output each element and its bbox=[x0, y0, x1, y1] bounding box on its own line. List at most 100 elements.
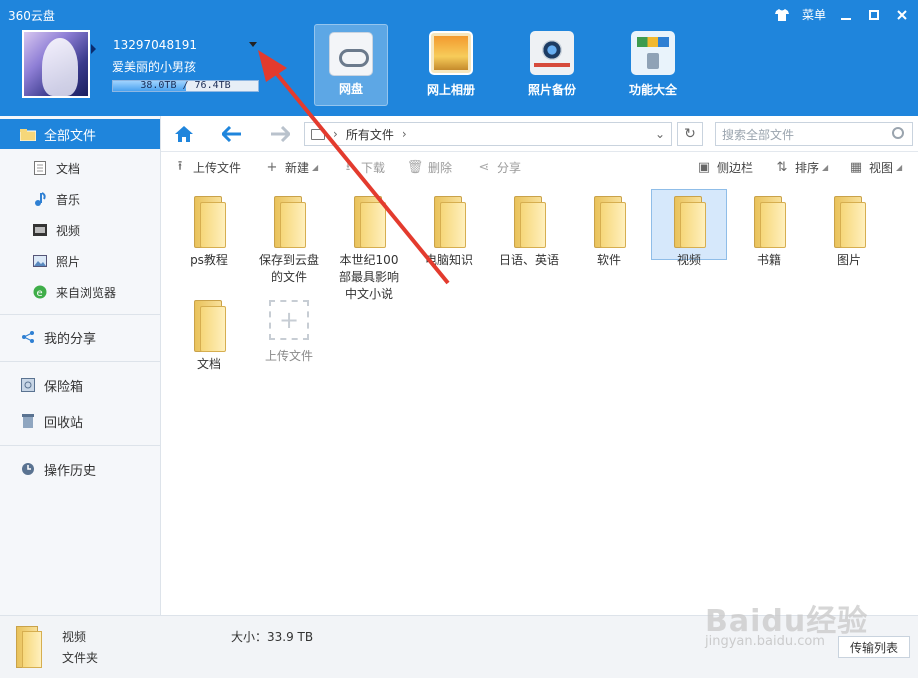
maximize-icon[interactable] bbox=[866, 7, 882, 23]
folder-item[interactable]: 保存到云盘的文件 bbox=[251, 190, 327, 286]
folder-icon bbox=[432, 196, 466, 248]
trash-icon: 🗑 bbox=[406, 160, 424, 175]
sidebar-divider bbox=[0, 361, 160, 362]
folder-item[interactable]: 书籍 bbox=[731, 190, 807, 269]
film-icon bbox=[32, 222, 48, 238]
delete-button[interactable]: 🗑 删除 bbox=[406, 159, 453, 176]
folder-item[interactable]: 本世纪100部最具影响中文小说 bbox=[331, 190, 407, 303]
share-button[interactable]: ⋖ 分享 bbox=[477, 159, 521, 176]
nav-label: 照片备份 bbox=[527, 83, 576, 97]
folder-item[interactable]: 文档 bbox=[171, 294, 247, 373]
sidebar-item-music[interactable]: 音乐 bbox=[0, 184, 160, 214]
nav-label: 网盘 bbox=[338, 82, 363, 96]
close-icon[interactable] bbox=[894, 7, 910, 23]
share-label: 分享 bbox=[497, 161, 522, 175]
camera-icon bbox=[530, 31, 574, 75]
dropdown-caret-icon: ◢ bbox=[312, 163, 319, 172]
account-phone[interactable]: 13297048191 bbox=[113, 38, 197, 52]
search-placeholder: 搜索全部文件 bbox=[722, 127, 795, 142]
skin-shirt-icon[interactable] bbox=[774, 7, 790, 23]
upload-tile-label: 上传文件 bbox=[264, 349, 313, 363]
selected-name: 视频 bbox=[62, 630, 87, 644]
menu-button[interactable]: 菜单 bbox=[802, 6, 826, 23]
view-label: 视图 bbox=[869, 161, 894, 175]
download-button[interactable]: ⭳ 下载 bbox=[341, 159, 385, 176]
view-button[interactable]: ▦ 视图 ◢ bbox=[849, 159, 902, 176]
folder-item[interactable]: 软件 bbox=[571, 190, 647, 269]
svg-text:e: e bbox=[37, 288, 43, 299]
download-label: 下载 bbox=[361, 161, 386, 175]
folder-icon bbox=[512, 196, 546, 248]
upload-tile[interactable]: + 上传文件 bbox=[251, 294, 327, 365]
avatar[interactable] bbox=[22, 30, 90, 98]
sidebar-item-safe-box[interactable]: 保险箱 bbox=[0, 370, 160, 400]
avatar-figure bbox=[42, 38, 78, 96]
delete-label: 删除 bbox=[428, 161, 453, 175]
folder-item[interactable]: 电脑知识 bbox=[411, 190, 487, 269]
folder-name: ps教程 bbox=[190, 253, 228, 267]
folder-name: 图片 bbox=[836, 253, 861, 267]
account-dropdown-icon[interactable] bbox=[249, 42, 257, 47]
breadcrumb-path[interactable]: 所有文件 bbox=[346, 126, 394, 143]
grid-view-icon: ▦ bbox=[849, 160, 863, 175]
sidebar-item-browser[interactable]: e 来自浏览器 bbox=[0, 277, 160, 307]
window-controls: 菜单 bbox=[774, 6, 910, 23]
new-label: 新建 bbox=[285, 161, 310, 175]
transfer-list-button[interactable]: 传输列表 bbox=[838, 636, 910, 658]
folder-icon bbox=[20, 126, 36, 142]
sort-button[interactable]: ⇅ 排序 ◢ bbox=[775, 159, 829, 176]
folder-icon bbox=[272, 196, 306, 248]
chevron-right-icon: › bbox=[401, 127, 407, 141]
refresh-icon: ↻ bbox=[684, 126, 696, 142]
refresh-button[interactable]: ↻ bbox=[677, 122, 703, 146]
recycle-bin-icon bbox=[20, 413, 36, 429]
folder-icon bbox=[672, 196, 706, 248]
folder-item[interactable]: ps教程 bbox=[171, 190, 247, 269]
sidebar-item-documents[interactable]: 文档 bbox=[0, 153, 160, 183]
breadcrumb[interactable]: › 所有文件 › ⌄ bbox=[304, 122, 672, 146]
search-input[interactable]: 搜索全部文件 bbox=[715, 122, 913, 146]
home-icon[interactable] bbox=[171, 122, 197, 146]
account-nickname: 爱美丽的小男孩 bbox=[112, 60, 197, 74]
sidebar-item-photos[interactable]: 照片 bbox=[0, 246, 160, 276]
sidebar-toggle-button[interactable]: ▣ 侧边栏 bbox=[697, 159, 753, 176]
dropdown-caret-icon: ◢ bbox=[822, 163, 829, 172]
plus-icon: + bbox=[266, 160, 278, 175]
upload-button[interactable]: ⭱ 上传文件 bbox=[173, 159, 241, 176]
nav-photo-backup[interactable]: 照片备份 bbox=[515, 24, 589, 106]
sidebar-item-label: 保险箱 bbox=[44, 379, 84, 395]
image-icon bbox=[32, 253, 48, 269]
sidebar-item-label: 照片 bbox=[56, 254, 81, 269]
nav-photo-album[interactable]: 网上相册 bbox=[414, 24, 488, 106]
selected-type: 文件夹 bbox=[62, 651, 99, 665]
sidebar-item-history[interactable]: 操作历史 bbox=[0, 454, 160, 484]
search-icon[interactable] bbox=[892, 127, 904, 139]
sidebar-item-label: 文档 bbox=[56, 161, 81, 176]
folder-item[interactable]: 日语、英语 bbox=[491, 190, 567, 269]
back-arrow-icon[interactable] bbox=[219, 122, 245, 146]
upload-icon: ⭱ bbox=[177, 158, 183, 174]
sidebar-item-all-files[interactable]: 全部文件 bbox=[0, 119, 160, 149]
folder-name: 保存到云盘的文件 bbox=[258, 253, 319, 284]
chevron-down-icon[interactable]: ⌄ bbox=[655, 127, 665, 141]
new-button[interactable]: + 新建 ◢ bbox=[265, 159, 319, 176]
folder-item[interactable]: 图片 bbox=[811, 190, 887, 269]
sidebar-panel-icon: ▣ bbox=[697, 160, 711, 175]
sidebar-item-my-share[interactable]: 我的分享 bbox=[0, 322, 160, 352]
forward-arrow-icon[interactable] bbox=[267, 122, 293, 146]
folder-name: 软件 bbox=[596, 253, 621, 267]
nav-toolbox[interactable]: 功能大全 bbox=[616, 24, 690, 106]
title-header: 360云盘 菜单 13297048191 爱美丽的小男孩 38.0TB / 76… bbox=[0, 0, 918, 116]
sidebar-item-label: 我的分享 bbox=[44, 331, 97, 347]
minimize-icon[interactable] bbox=[838, 7, 854, 23]
nav-cloud-disk[interactable]: 网盘 bbox=[314, 24, 388, 106]
sidebar-item-video[interactable]: 视频 bbox=[0, 215, 160, 245]
sidebar-item-label: 来自浏览器 bbox=[56, 285, 117, 300]
sidebar-item-label: 视频 bbox=[56, 223, 81, 238]
sidebar-item-recycle-bin[interactable]: 回收站 bbox=[0, 406, 160, 436]
nav-label: 网上相册 bbox=[426, 83, 475, 97]
folder-icon bbox=[832, 196, 866, 248]
folder-item-selected[interactable]: 视频 bbox=[651, 189, 727, 267]
folder-name: 文档 bbox=[196, 357, 221, 371]
folder-icon bbox=[752, 196, 786, 248]
